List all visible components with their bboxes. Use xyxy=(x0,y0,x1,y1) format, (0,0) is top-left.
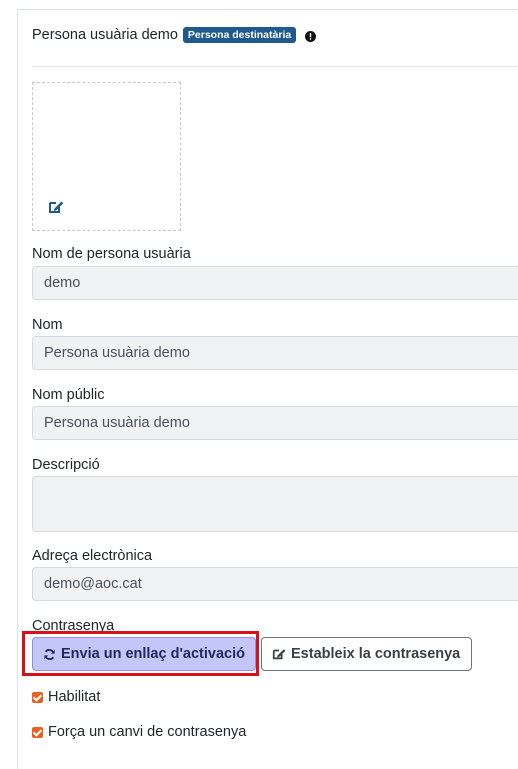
avatar-placeholder xyxy=(32,82,181,231)
role-badge: Persona destinatària xyxy=(182,27,297,43)
edit-icon xyxy=(272,649,286,660)
refresh-icon xyxy=(44,648,55,660)
panel-header: Persona usuària demo Persona destinatàri… xyxy=(32,27,317,43)
force-change-checkbox-row: Força un canvi de contrasenya xyxy=(32,724,246,740)
enabled-label: Habilitat xyxy=(48,689,101,705)
send-activation-link-label: Envia un enllaç d'activació xyxy=(61,646,245,662)
username-field[interactable]: demo xyxy=(32,266,518,300)
force-password-change-checkbox[interactable] xyxy=(32,726,43,738)
header-divider xyxy=(32,66,518,67)
edit-icon[interactable] xyxy=(48,199,64,215)
info-icon[interactable] xyxy=(305,30,317,42)
user-display-name: Persona usuària demo xyxy=(32,27,178,43)
email-label: Adreça electrònica xyxy=(32,548,153,564)
description-label: Descripció xyxy=(32,457,100,473)
password-label: Contrasenya xyxy=(32,618,115,634)
name-field[interactable]: Persona usuària demo xyxy=(32,336,518,370)
send-activation-link-button[interactable]: Envia un enllaç d'activació xyxy=(32,637,256,671)
public-name-field[interactable]: Persona usuària demo xyxy=(32,406,518,440)
email-field[interactable]: demo@aoc.cat xyxy=(32,567,518,601)
enabled-checkbox[interactable] xyxy=(32,691,43,703)
set-password-label: Estableix la contrasenya xyxy=(291,646,461,662)
user-panel: Persona usuària demo Persona destinatàri… xyxy=(17,9,518,769)
set-password-button[interactable]: Estableix la contrasenya xyxy=(261,637,472,671)
name-label: Nom xyxy=(32,317,63,333)
username-label: Nom de persona usuària xyxy=(32,246,191,262)
public-name-label: Nom públic xyxy=(32,387,105,403)
force-password-change-label: Força un canvi de contrasenya xyxy=(48,724,247,740)
description-field[interactable] xyxy=(32,476,518,532)
enabled-checkbox-row: Habilitat xyxy=(32,689,100,705)
